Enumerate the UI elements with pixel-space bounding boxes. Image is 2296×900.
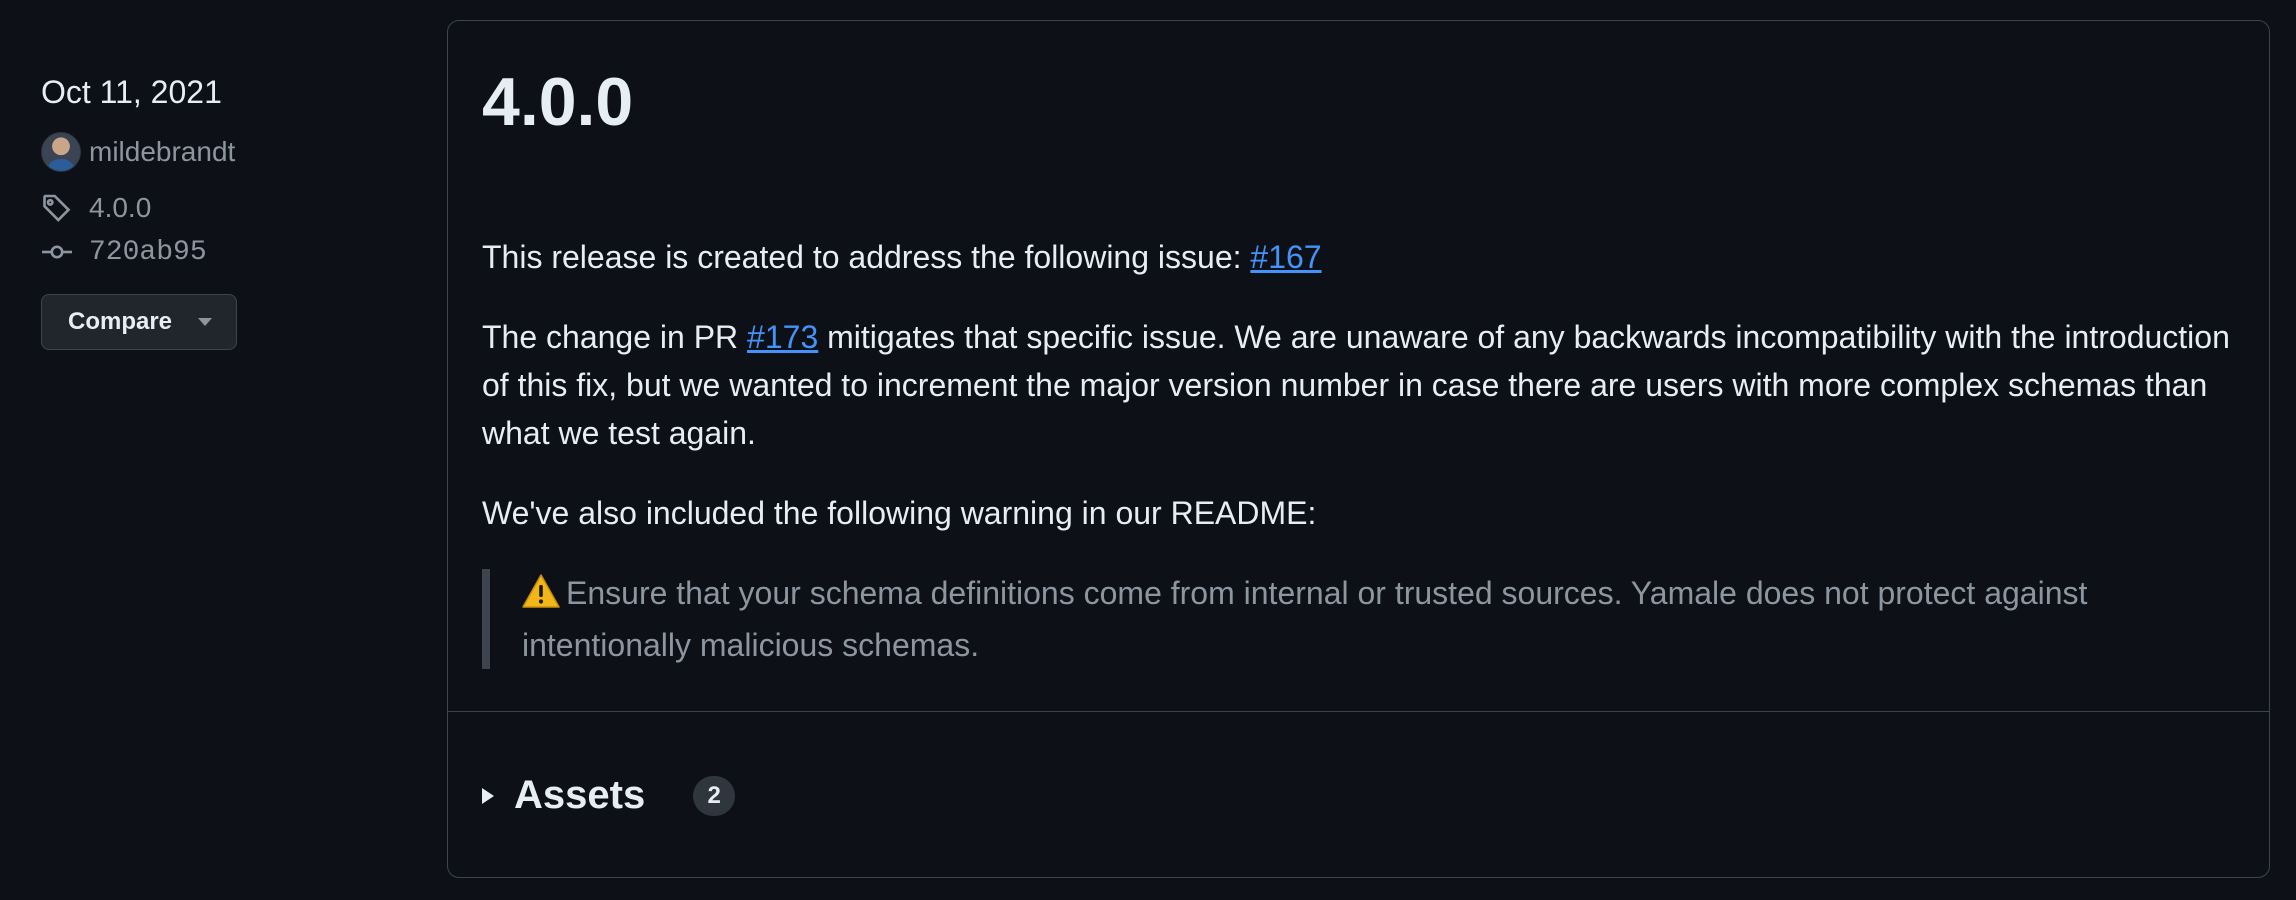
author-avatar[interactable] [41,132,81,172]
caret-right-icon [482,787,494,804]
card-divider [448,711,2269,712]
release-paragraph-change: The change in PR #173 mitigates that spe… [482,313,2242,457]
author-name[interactable]: mildebrandt [89,136,235,168]
commit-icon [41,236,73,268]
compare-label: Compare [68,308,173,335]
chevron-down-icon [198,318,213,326]
release-page: Oct 11, 2021 mildebrandt 4.0.0 720ab95 C… [0,0,2296,900]
pr-link[interactable]: #173 [747,319,818,355]
release-commit[interactable]: 720ab95 [41,236,401,268]
release-tag[interactable]: 4.0.0 [41,192,401,224]
warning-icon [522,573,560,621]
release-paragraph-readme: We've also included the following warnin… [482,495,1317,531]
release-date: Oct 11, 2021 [41,74,222,110]
release-author[interactable]: mildebrandt [41,132,401,172]
release-notes: This release is created to address the f… [482,233,2242,669]
compare-button[interactable]: Compare [41,294,237,350]
release-card: 4.0.0 This release is created to address… [447,20,2270,878]
commit-sha[interactable]: 720ab95 [89,237,207,268]
tag-icon [41,192,73,224]
warning-blockquote: Ensure that your schema definitions come… [482,569,2242,669]
assets-label: Assets [514,773,646,817]
assets-count-badge: 2 [693,775,736,816]
assets-toggle[interactable]: Assets 2 [482,773,736,818]
release-paragraph-issue: This release is created to address the f… [482,233,2242,281]
tag-name[interactable]: 4.0.0 [89,192,151,224]
paragraph-text: This release is created to address the f… [482,239,1251,275]
issue-link[interactable]: #167 [1250,239,1321,275]
release-title[interactable]: 4.0.0 [482,63,633,141]
paragraph-text: The change in PR [482,319,748,355]
release-metadata: Oct 11, 2021 mildebrandt 4.0.0 720ab95 C… [41,72,401,350]
warning-text: Ensure that your schema definitions come… [522,575,2088,663]
